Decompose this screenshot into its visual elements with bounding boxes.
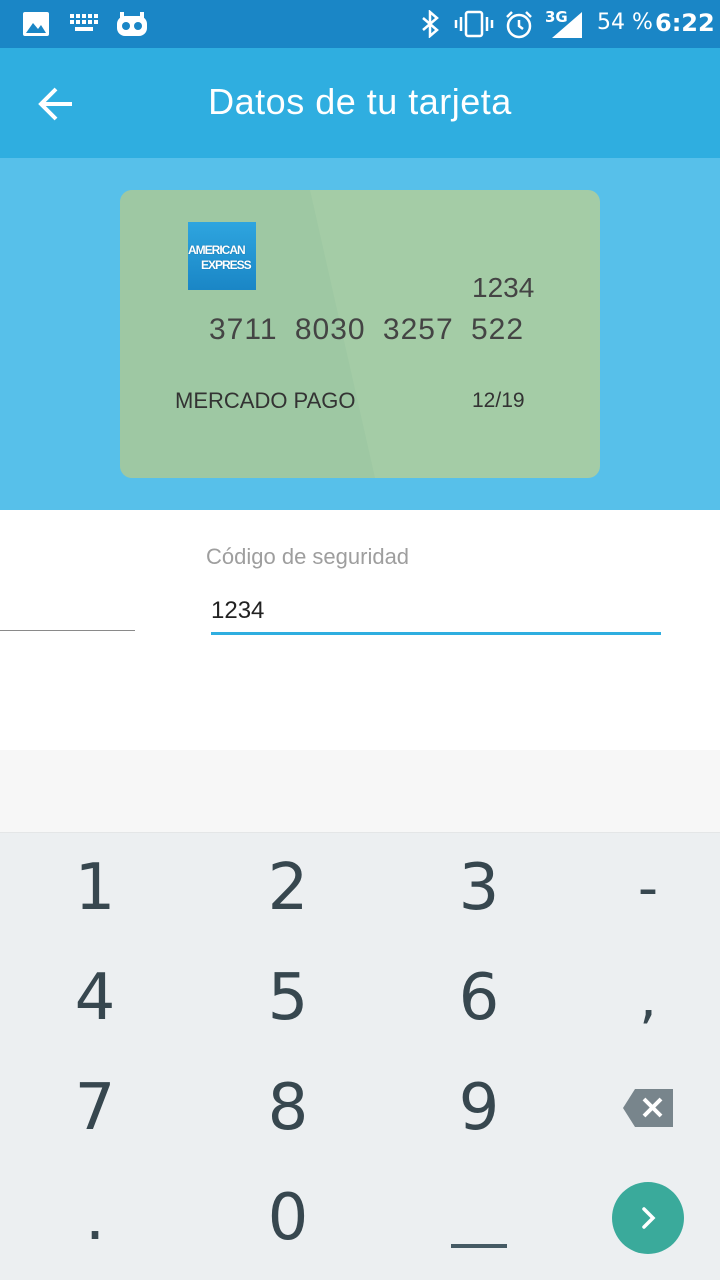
key-8[interactable]: 8 xyxy=(198,1053,378,1163)
credit-card-preview: AMERICAN EXPRESS 1234 3711 8030 3257 522… xyxy=(120,190,600,478)
amex-logo-icon: AMERICAN EXPRESS xyxy=(188,222,256,290)
status-bar: 3G 54 % 6:22 xyxy=(0,0,720,48)
signal-icon xyxy=(552,12,582,38)
key-5[interactable]: 5 xyxy=(198,943,378,1053)
bluetooth-icon xyxy=(422,10,439,38)
key-1[interactable]: 1 xyxy=(5,833,185,943)
previous-field-underline[interactable] xyxy=(0,630,135,631)
card-form: Código de seguridad xyxy=(0,510,720,750)
card-holder-name: MERCADO PAGO xyxy=(175,388,356,413)
key-3[interactable]: 3 xyxy=(389,833,569,943)
key-comma[interactable]: , xyxy=(558,943,720,1053)
page-title: Datos de tu tarjeta xyxy=(208,81,512,122)
next-button[interactable] xyxy=(612,1182,684,1254)
key-6[interactable]: 6 xyxy=(389,943,569,1053)
card-security-code: 1234 xyxy=(472,272,535,303)
key-period[interactable]: . xyxy=(5,1163,185,1273)
underscore-glyph xyxy=(451,1244,507,1248)
key-9[interactable]: 9 xyxy=(389,1053,569,1163)
key-underscore[interactable] xyxy=(389,1163,569,1273)
key-0[interactable]: 0 xyxy=(198,1163,378,1273)
clock: 6:22 xyxy=(655,9,715,37)
key-4[interactable]: 4 xyxy=(5,943,185,1053)
card-number: 3711 8030 3257 522 xyxy=(209,313,525,346)
cyanogen-icon xyxy=(117,12,147,36)
card-preview-area: AMERICAN EXPRESS 1234 3711 8030 3257 522… xyxy=(0,158,720,510)
form-footer-band xyxy=(0,750,720,833)
alarm-icon xyxy=(506,11,532,39)
numeric-keyboard: 1 2 3 - 4 5 6 , 7 8 9 . 0 xyxy=(0,833,720,1280)
backspace-icon xyxy=(623,1089,673,1127)
security-code-input[interactable] xyxy=(211,590,661,635)
chevron-right-icon xyxy=(642,1207,656,1229)
security-code-label: Código de seguridad xyxy=(206,544,410,569)
backspace-key[interactable] xyxy=(558,1053,720,1163)
keyboard-icon xyxy=(70,14,98,31)
toolbar: Datos de tu tarjeta xyxy=(0,48,720,158)
image-icon xyxy=(23,12,49,36)
key-minus[interactable]: - xyxy=(558,833,720,943)
card-expiry: 12/19 xyxy=(472,389,525,412)
key-2[interactable]: 2 xyxy=(198,833,378,943)
key-7[interactable]: 7 xyxy=(5,1053,185,1163)
battery-percentage: 54 % xyxy=(597,10,653,35)
vibrate-icon xyxy=(454,10,494,38)
